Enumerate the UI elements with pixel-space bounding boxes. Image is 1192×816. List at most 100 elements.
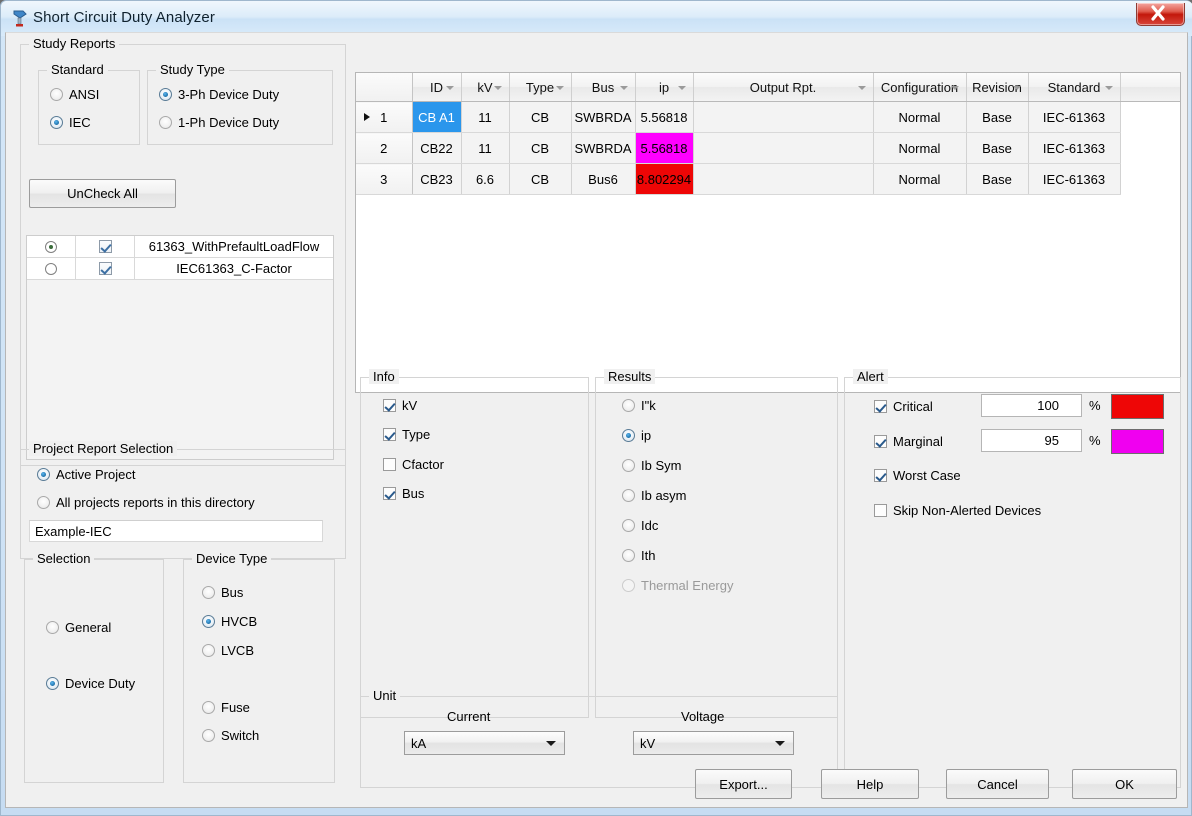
radio-all-projects[interactable]: All projects reports in this directory	[37, 495, 255, 510]
checkbox-alert-critical[interactable]: Critical	[874, 399, 933, 414]
project-path-input[interactable]: Example-IEC	[29, 520, 323, 542]
report-list[interactable]: 61363_WithPrefaultLoadFlow IEC61363_C-Fa…	[26, 235, 334, 460]
cancel-button[interactable]: Cancel	[946, 769, 1049, 799]
report-check-0[interactable]	[76, 236, 135, 257]
cell-ip[interactable]: 5.56818	[635, 102, 693, 133]
report-radio-1[interactable]	[27, 258, 76, 279]
list-item[interactable]: IEC61363_C-Factor	[27, 258, 333, 280]
current-unit-label: Current	[447, 709, 490, 724]
radio-selection-general[interactable]: General	[46, 620, 111, 635]
cell-output-rpt[interactable]	[693, 102, 873, 133]
report-radio-0[interactable]	[27, 236, 76, 257]
column-header-configuration[interactable]: Configuration	[873, 73, 966, 102]
radio-label: Ib Sym	[641, 458, 681, 473]
close-button[interactable]	[1136, 3, 1185, 26]
cell-standard[interactable]: IEC-61363	[1028, 133, 1120, 164]
radio-standard-iec[interactable]: IEC	[50, 115, 91, 130]
cell-id[interactable]: CB23	[412, 164, 461, 195]
cell-output-rpt[interactable]	[693, 133, 873, 164]
dialog-window: Short Circuit Duty Analyzer Study Report…	[0, 0, 1192, 816]
column-header-id[interactable]: ID	[412, 73, 461, 102]
radio-device-lvcb[interactable]: LVCB	[202, 643, 254, 658]
checkbox-alert-marginal[interactable]: Marginal	[874, 434, 943, 449]
row-number: 3	[380, 172, 387, 187]
radio-dot-icon	[50, 88, 63, 101]
cell-bus[interactable]: SWBRDA	[571, 102, 635, 133]
checkbox-info-kv[interactable]: kV	[383, 398, 417, 413]
radio-device-hvcb[interactable]: HVCB	[202, 614, 257, 629]
column-header-standard[interactable]: Standard	[1028, 73, 1120, 102]
help-label: Help	[857, 777, 884, 792]
cell-configuration[interactable]: Normal	[873, 133, 966, 164]
cell-kv[interactable]: 11	[461, 133, 509, 164]
marginal-threshold-input[interactable]: 95	[981, 429, 1082, 452]
project-report-selection-group: Project Report Selection Active Project …	[20, 449, 346, 559]
uncheck-all-button[interactable]: UnCheck All	[29, 179, 176, 208]
column-header-kv[interactable]: kV	[461, 73, 509, 102]
cell-ip[interactable]: 5.56818	[635, 133, 693, 164]
cell-configuration[interactable]: Normal	[873, 102, 966, 133]
column-header-type[interactable]: Type	[509, 73, 571, 102]
radio-device-fuse[interactable]: Fuse	[202, 700, 250, 715]
cell-kv[interactable]: 11	[461, 102, 509, 133]
cell-ip[interactable]: 8.802294	[635, 164, 693, 195]
radio-result-idc[interactable]: Idc	[622, 518, 658, 533]
table-row[interactable]: 1 CB A1 11 CB SWBRDA 5.56818 Normal Base…	[356, 102, 1180, 133]
cell-standard[interactable]: IEC-61363	[1028, 164, 1120, 195]
table-row[interactable]: 3 CB23 6.6 CB Bus6 8.802294 Normal Base …	[356, 164, 1180, 195]
radio-study-1ph[interactable]: 1-Ph Device Duty	[159, 115, 279, 130]
cell-id[interactable]: CB22	[412, 133, 461, 164]
radio-dot-icon	[202, 729, 215, 742]
radio-result-ith[interactable]: Ith	[622, 548, 655, 563]
checkbox-info-cfactor[interactable]: Cfactor	[383, 457, 444, 472]
column-header-revision[interactable]: Revision	[966, 73, 1028, 102]
current-unit-select[interactable]: kA	[404, 731, 565, 755]
cell-configuration[interactable]: Normal	[873, 164, 966, 195]
radio-dot-icon	[46, 677, 59, 690]
cell-type[interactable]: CB	[509, 164, 571, 195]
radio-result-ik[interactable]: I"k	[622, 398, 656, 413]
radio-standard-ansi[interactable]: ANSI	[50, 87, 99, 102]
cell-revision[interactable]: Base	[966, 164, 1028, 195]
device-type-group: Device Type Bus HVCB LVCB Fuse Switch	[183, 559, 335, 783]
cell-bus[interactable]: Bus6	[571, 164, 635, 195]
report-check-1[interactable]	[76, 258, 135, 279]
ok-button[interactable]: OK	[1072, 769, 1177, 799]
cell-revision[interactable]: Base	[966, 133, 1028, 164]
radio-device-switch[interactable]: Switch	[202, 728, 259, 743]
help-button[interactable]: Help	[821, 769, 919, 799]
checkbox-label: Worst Case	[893, 468, 961, 483]
column-header-ip[interactable]: ip	[635, 73, 693, 102]
checkbox-alert-worst-case[interactable]: Worst Case	[874, 468, 961, 483]
radio-selection-device-duty[interactable]: Device Duty	[46, 676, 135, 691]
cell-kv[interactable]: 6.6	[461, 164, 509, 195]
cell-bus[interactable]: SWBRDA	[571, 133, 635, 164]
radio-active-project[interactable]: Active Project	[37, 467, 135, 482]
column-header-bus[interactable]: Bus	[571, 73, 635, 102]
title-bar: Short Circuit Duty Analyzer	[1, 1, 1192, 36]
cell-id[interactable]: CB A1	[412, 102, 461, 133]
radio-study-3ph[interactable]: 3-Ph Device Duty	[159, 87, 279, 102]
checkbox-info-bus[interactable]: Bus	[383, 486, 424, 501]
table-row[interactable]: 2 CB22 11 CB SWBRDA 5.56818 Normal Base …	[356, 133, 1180, 164]
critical-color-swatch[interactable]	[1111, 394, 1164, 419]
cell-revision[interactable]: Base	[966, 102, 1028, 133]
voltage-unit-select[interactable]: kV	[633, 731, 794, 755]
results-table[interactable]: ID kV Type Bus ip Output Rpt. Configurat…	[355, 72, 1181, 393]
checkbox-info-type[interactable]: Type	[383, 427, 430, 442]
column-header-output-rpt[interactable]: Output Rpt.	[693, 73, 873, 102]
checkbox-skip-non-alerted[interactable]: Skip Non-Alerted Devices	[874, 503, 1041, 518]
radio-result-ib-sym[interactable]: Ib Sym	[622, 458, 681, 473]
cell-type[interactable]: CB	[509, 133, 571, 164]
radio-result-ip[interactable]: ip	[622, 428, 651, 443]
marginal-color-swatch[interactable]	[1111, 429, 1164, 454]
radio-device-bus[interactable]: Bus	[202, 585, 243, 600]
standard-title: Standard	[47, 62, 108, 77]
cell-output-rpt[interactable]	[693, 164, 873, 195]
export-button[interactable]: Export...	[695, 769, 792, 799]
cell-standard[interactable]: IEC-61363	[1028, 102, 1120, 133]
list-item[interactable]: 61363_WithPrefaultLoadFlow	[27, 236, 333, 258]
critical-threshold-input[interactable]: 100	[981, 394, 1082, 417]
radio-result-ib-asym[interactable]: Ib asym	[622, 488, 687, 503]
cell-type[interactable]: CB	[509, 102, 571, 133]
